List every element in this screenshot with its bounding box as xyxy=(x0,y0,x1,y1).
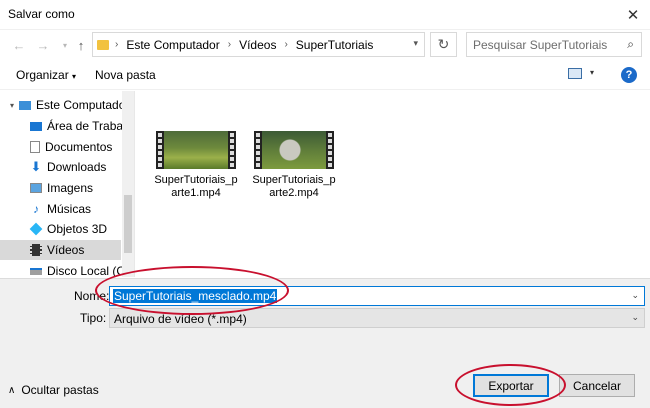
sidebar-item-label: Vídeos xyxy=(47,243,85,257)
sidebar-item-pictures[interactable]: Imagens xyxy=(0,178,121,198)
sidebar-item-desktop[interactable]: Área de Trabalho xyxy=(0,116,134,136)
documents-icon xyxy=(30,141,40,153)
back-arrow-icon[interactable]: ← xyxy=(8,34,30,56)
view-options-icon[interactable] xyxy=(568,68,582,79)
sidebar-item-3d-objects[interactable]: Objetos 3D xyxy=(0,219,121,239)
help-icon[interactable]: ? xyxy=(621,67,637,83)
navigation-bar: ← → ▾ ↑ › Este Computador › Vídeos › Sup… xyxy=(0,30,650,60)
music-icon: ♪ xyxy=(33,202,39,216)
search-input[interactable] xyxy=(473,37,613,52)
sidebar-item-this-pc[interactable]: ▾ Este Computador xyxy=(0,95,129,115)
organize-label: Organizar xyxy=(16,68,69,82)
chevron-right-icon[interactable]: › xyxy=(284,39,287,50)
video-thumbnail xyxy=(156,131,236,169)
sidebar-item-downloads[interactable]: ⬇ Downloads xyxy=(0,157,121,177)
save-form: Nome: SuperTutoriais_mesclado.mp4 ⌄ Tipo… xyxy=(0,278,650,408)
cancel-button[interactable]: Cancelar xyxy=(559,374,635,397)
sidebar-item-label: Imagens xyxy=(47,181,94,195)
navigation-pane: ▾ Este Computador Área de Trabalho Docum… xyxy=(0,91,135,277)
command-bar: Organizar ▾ Nova pasta ▾ ? xyxy=(0,60,650,90)
videos-icon xyxy=(30,244,42,256)
sidebar-item-label: Documentos xyxy=(45,140,113,154)
file-item[interactable]: SuperTutoriais_parte1.mp4 xyxy=(154,131,238,200)
name-label: Nome: xyxy=(74,289,110,303)
address-dropdown-icon[interactable]: ▾ xyxy=(413,38,418,49)
3d-objects-icon xyxy=(29,222,43,236)
breadcrumb-item[interactable]: SuperTutoriais xyxy=(296,38,374,52)
chevron-up-icon: ∧ xyxy=(8,384,16,396)
new-folder-button[interactable]: Nova pasta xyxy=(95,68,156,82)
file-item[interactable]: SuperTutoriais_parte2.mp4 xyxy=(252,131,336,200)
sidebar-item-label: Este Computador xyxy=(36,98,130,112)
view-dropdown-icon[interactable]: ▾ xyxy=(590,68,594,77)
sidebar-item-music[interactable]: ♪ Músicas xyxy=(0,199,121,219)
window-title: Salvar como xyxy=(8,7,75,21)
drive-icon xyxy=(30,267,42,275)
video-thumbnail xyxy=(254,131,334,169)
export-button[interactable]: Exportar xyxy=(473,374,549,397)
forward-arrow-icon[interactable]: → xyxy=(32,34,54,56)
breadcrumb-item[interactable]: Este Computador xyxy=(126,38,219,52)
search-icon[interactable]: ⌕ xyxy=(627,37,634,52)
chevron-right-icon[interactable]: › xyxy=(228,39,231,50)
sidebar-item-label: Downloads xyxy=(47,160,107,174)
chevron-down-icon[interactable]: ⌄ xyxy=(631,312,639,323)
refresh-icon[interactable]: ↻ xyxy=(430,32,457,57)
hide-folders-toggle[interactable]: ∧ Ocultar pastas xyxy=(8,383,99,397)
file-name: SuperTutoriais_parte1.mp4 xyxy=(154,174,238,199)
sidebar-item-label: Disco Local (C:) xyxy=(47,264,133,277)
sidebar-item-label: Objetos 3D xyxy=(47,222,108,236)
expand-chevron-icon[interactable]: ▾ xyxy=(10,101,14,110)
sidebar-scroll-thumb[interactable] xyxy=(124,195,132,253)
hide-folders-label: Ocultar pastas xyxy=(21,383,99,397)
filename-value[interactable]: SuperTutoriais_mesclado.mp4 xyxy=(113,289,278,303)
file-list: SuperTutoriais_parte1.mp4 SuperTutoriais… xyxy=(136,91,650,277)
breadcrumb-item[interactable]: Vídeos xyxy=(239,38,276,52)
sidebar-item-label: Músicas xyxy=(47,202,92,216)
computer-icon xyxy=(19,100,32,110)
file-type-select[interactable]: Arquivo de vídeo (*.mp4) ⌄ xyxy=(109,308,645,328)
up-arrow-icon[interactable]: ↑ xyxy=(70,34,92,56)
title-bar: Salvar como ✕ xyxy=(0,0,650,30)
sidebar-item-documents[interactable]: Documentos xyxy=(0,137,121,157)
filename-input[interactable]: SuperTutoriais_mesclado.mp4 ⌄ xyxy=(109,286,645,306)
file-type-value: Arquivo de vídeo (*.mp4) xyxy=(114,312,247,326)
folder-icon xyxy=(97,39,109,50)
search-box[interactable]: ⌕ xyxy=(466,32,642,57)
sidebar-item-videos[interactable]: Vídeos xyxy=(0,240,121,260)
downloads-icon: ⬇ xyxy=(30,159,42,174)
file-name: SuperTutoriais_parte2.mp4 xyxy=(252,174,336,199)
chevron-down-icon: ▾ xyxy=(72,72,77,81)
desktop-icon xyxy=(30,121,42,131)
close-icon[interactable]: ✕ xyxy=(616,0,650,30)
address-bar[interactable]: › Este Computador › Vídeos › SuperTutori… xyxy=(92,32,425,57)
sidebar-item-local-disk[interactable]: Disco Local (C:) xyxy=(0,261,132,277)
chevron-down-icon[interactable]: ⌄ xyxy=(631,290,639,301)
organize-button[interactable]: Organizar ▾ xyxy=(16,68,76,82)
type-label: Tipo: xyxy=(80,311,107,325)
pictures-icon xyxy=(30,183,42,193)
chevron-right-icon[interactable]: › xyxy=(115,39,118,50)
